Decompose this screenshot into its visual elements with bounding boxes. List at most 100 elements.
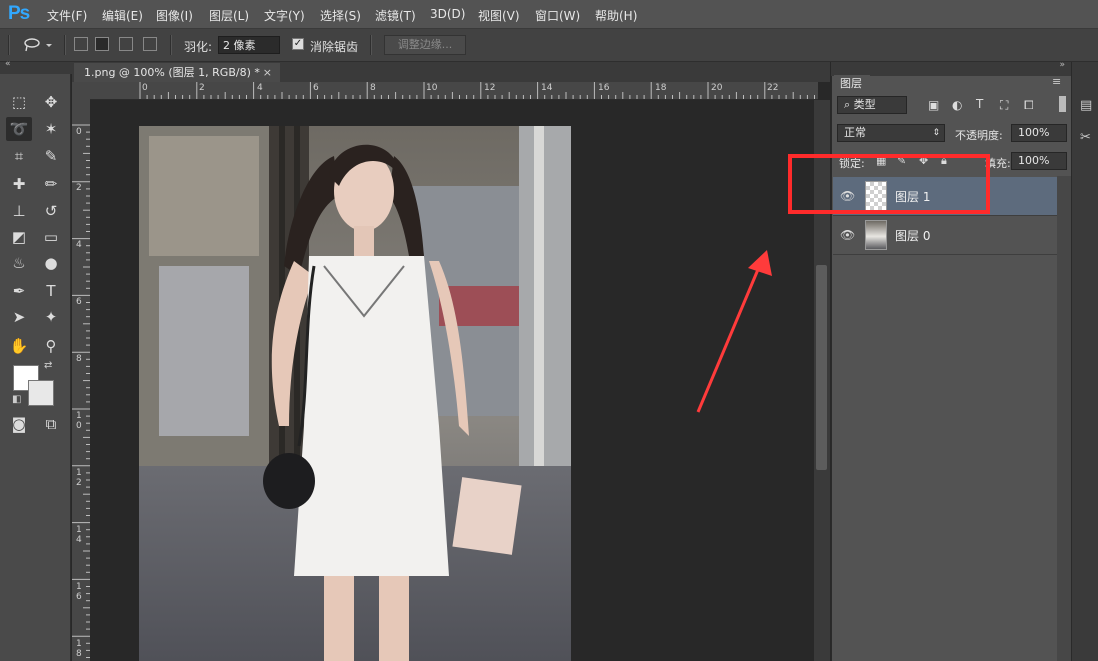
document-tab[interactable]: 1.png @ 100% (图层 1, RGB/8) * × [74,63,280,82]
tools-collapse-strip[interactable]: « [0,59,72,74]
search-icon: ⌕ [844,98,854,111]
menu-layer[interactable]: 图层(L) [209,7,249,24]
highlight-box [788,154,990,214]
document-tab-title: 1.png @ 100% (图层 1, RGB/8) * [84,66,260,79]
brush-tool-icon[interactable]: ✏ [38,172,64,196]
blend-mode-value: 正常 [844,126,866,139]
collapse-icon[interactable]: « [5,59,11,69]
chevron-down-icon: ⇕ [932,128,940,138]
ruler-number: 1 2 [76,468,82,488]
panel-icon[interactable]: ▤ [1080,98,1092,113]
layer-name[interactable]: 图层 0 [895,227,930,244]
dodge-tool-icon[interactable]: ● [38,251,64,275]
close-icon[interactable]: × [263,63,272,82]
panel-collapse-icon[interactable]: » [1059,60,1065,70]
ruler-number: 2 [199,83,205,93]
document-image[interactable] [139,126,571,661]
menu-help[interactable]: 帮助(H) [595,7,637,24]
ruler-origin[interactable] [72,82,90,99]
ruler-number: 16 [598,83,610,93]
move-tool-icon[interactable]: ✥ [38,90,64,114]
ruler-number: 22 [767,83,779,93]
ruler-number: 2 [76,183,82,193]
anti-alias-checkbox[interactable]: ✓ [292,38,304,50]
type-filter-icon[interactable]: T [976,97,983,111]
options-grip [8,35,10,55]
swap-colors-icon[interactable]: ⇄ [44,360,52,371]
gradient-tool-icon[interactable]: ▭ [38,225,64,249]
panel-menu-icon[interactable]: ≡ [1052,75,1061,88]
ruler-number: 1 4 [76,525,82,545]
new-selection-icon[interactable] [74,37,88,51]
menu-file[interactable]: 文件(F) [47,7,87,24]
blur-tool-icon[interactable]: ♨ [6,251,32,275]
scrollbar-thumb[interactable] [816,265,827,470]
background-color-swatch[interactable] [28,380,54,406]
opacity-input[interactable]: 100% [1011,124,1067,142]
ruler-number: 8 [76,354,82,364]
quick-mask-icon[interactable]: ◙ [6,412,32,436]
options-divider [64,35,66,55]
menu-bar: Ps 文件(F) 编辑(E) 图像(I) 图层(L) 文字(Y) 选择(S) 滤… [0,0,1098,29]
marquee-tool-icon[interactable]: ⬚ [6,90,32,114]
ruler-number: 6 [313,83,319,93]
path-select-icon[interactable]: ➤ [6,305,32,329]
lasso-preset-icon[interactable] [22,37,54,53]
layer-row[interactable]: 👁︎ 图层 0 [833,216,1057,255]
hand-tool-icon[interactable]: ✋ [6,334,32,358]
lasso-tool-icon[interactable]: ➰ [6,117,32,141]
menu-view[interactable]: 视图(V) [478,7,520,24]
layer-thumbnail [865,220,887,250]
menu-filter[interactable]: 滤镜(T) [375,7,416,24]
smart-object-filter-icon[interactable]: ⧠ [1024,98,1034,113]
menu-type[interactable]: 文字(Y) [264,7,305,24]
feather-label: 羽化: [184,40,213,54]
ruler-number: 1 6 [76,582,82,602]
fill-input[interactable]: 100% [1011,152,1067,170]
ruler-number: 8 [370,83,376,93]
shape-filter-icon[interactable]: ⛶ [1000,98,1008,113]
shape-tool-icon[interactable]: ✦ [38,305,64,329]
ruler-number: 6 [76,297,82,307]
menu-edit[interactable]: 编辑(E) [102,7,143,24]
eyedropper-icon[interactable]: ✎ [38,144,64,168]
menu-image[interactable]: 图像(I) [156,7,193,24]
horizontal-ruler[interactable]: 0 2 4 6 8 10 12 14 16 18 20 22 [90,82,818,100]
annotation-arrow [696,250,772,413]
menu-select[interactable]: 选择(S) [320,7,361,24]
clone-stamp-icon[interactable]: ⊥ [6,199,32,223]
filter-toggle[interactable] [1059,96,1066,112]
eye-icon[interactable]: 👁︎ [840,228,855,242]
refine-edge-button[interactable]: 调整边缘... [384,35,466,55]
adjustment-filter-icon[interactable]: ◐ [952,98,962,112]
healing-brush-icon[interactable]: ✚ [6,172,32,196]
crop-tool-icon[interactable]: ⌗ [6,144,32,168]
blend-mode-select[interactable]: 正常 ⇕ [837,124,945,142]
history-brush-icon[interactable]: ↺ [38,199,64,223]
screen-mode-icon[interactable]: ⧉ [38,412,64,436]
layers-scrollbar[interactable] [1057,176,1071,661]
ruler-number: 10 [426,83,438,93]
layer-filter-select[interactable]: ⌕ 类型 [837,96,907,114]
eraser-tool-icon[interactable]: ◩ [6,225,32,249]
panel-header-strip: » [831,60,1071,76]
feather-input[interactable]: 2 像素 [218,36,280,54]
add-to-selection-icon[interactable] [95,37,109,51]
layers-panel-tab[interactable]: 图层 [834,75,870,92]
subtract-selection-icon[interactable] [119,37,133,51]
zoom-tool-icon[interactable]: ⚲ [38,334,64,358]
opacity-label: 不透明度: [955,129,1003,142]
type-tool-icon[interactable]: T [38,279,64,303]
image-filter-icon[interactable]: ▣ [928,98,939,112]
vertical-ruler[interactable]: 0 2 4 6 8 1 0 1 2 1 4 1 6 1 8 [72,99,91,661]
ruler-number: 1 8 [76,639,82,659]
menu-3d[interactable]: 3D(D) [430,7,465,21]
tools-panel-icon[interactable]: ✂ [1080,130,1091,145]
layer-filter-value: 类型 [853,98,876,111]
menu-window[interactable]: 窗口(W) [535,7,580,24]
default-colors-icon[interactable]: ◧ [12,394,21,405]
intersect-selection-icon[interactable] [143,37,157,51]
ruler-number: 20 [711,83,723,93]
pen-tool-icon[interactable]: ✒ [6,279,32,303]
magic-wand-icon[interactable]: ✶ [38,117,64,141]
